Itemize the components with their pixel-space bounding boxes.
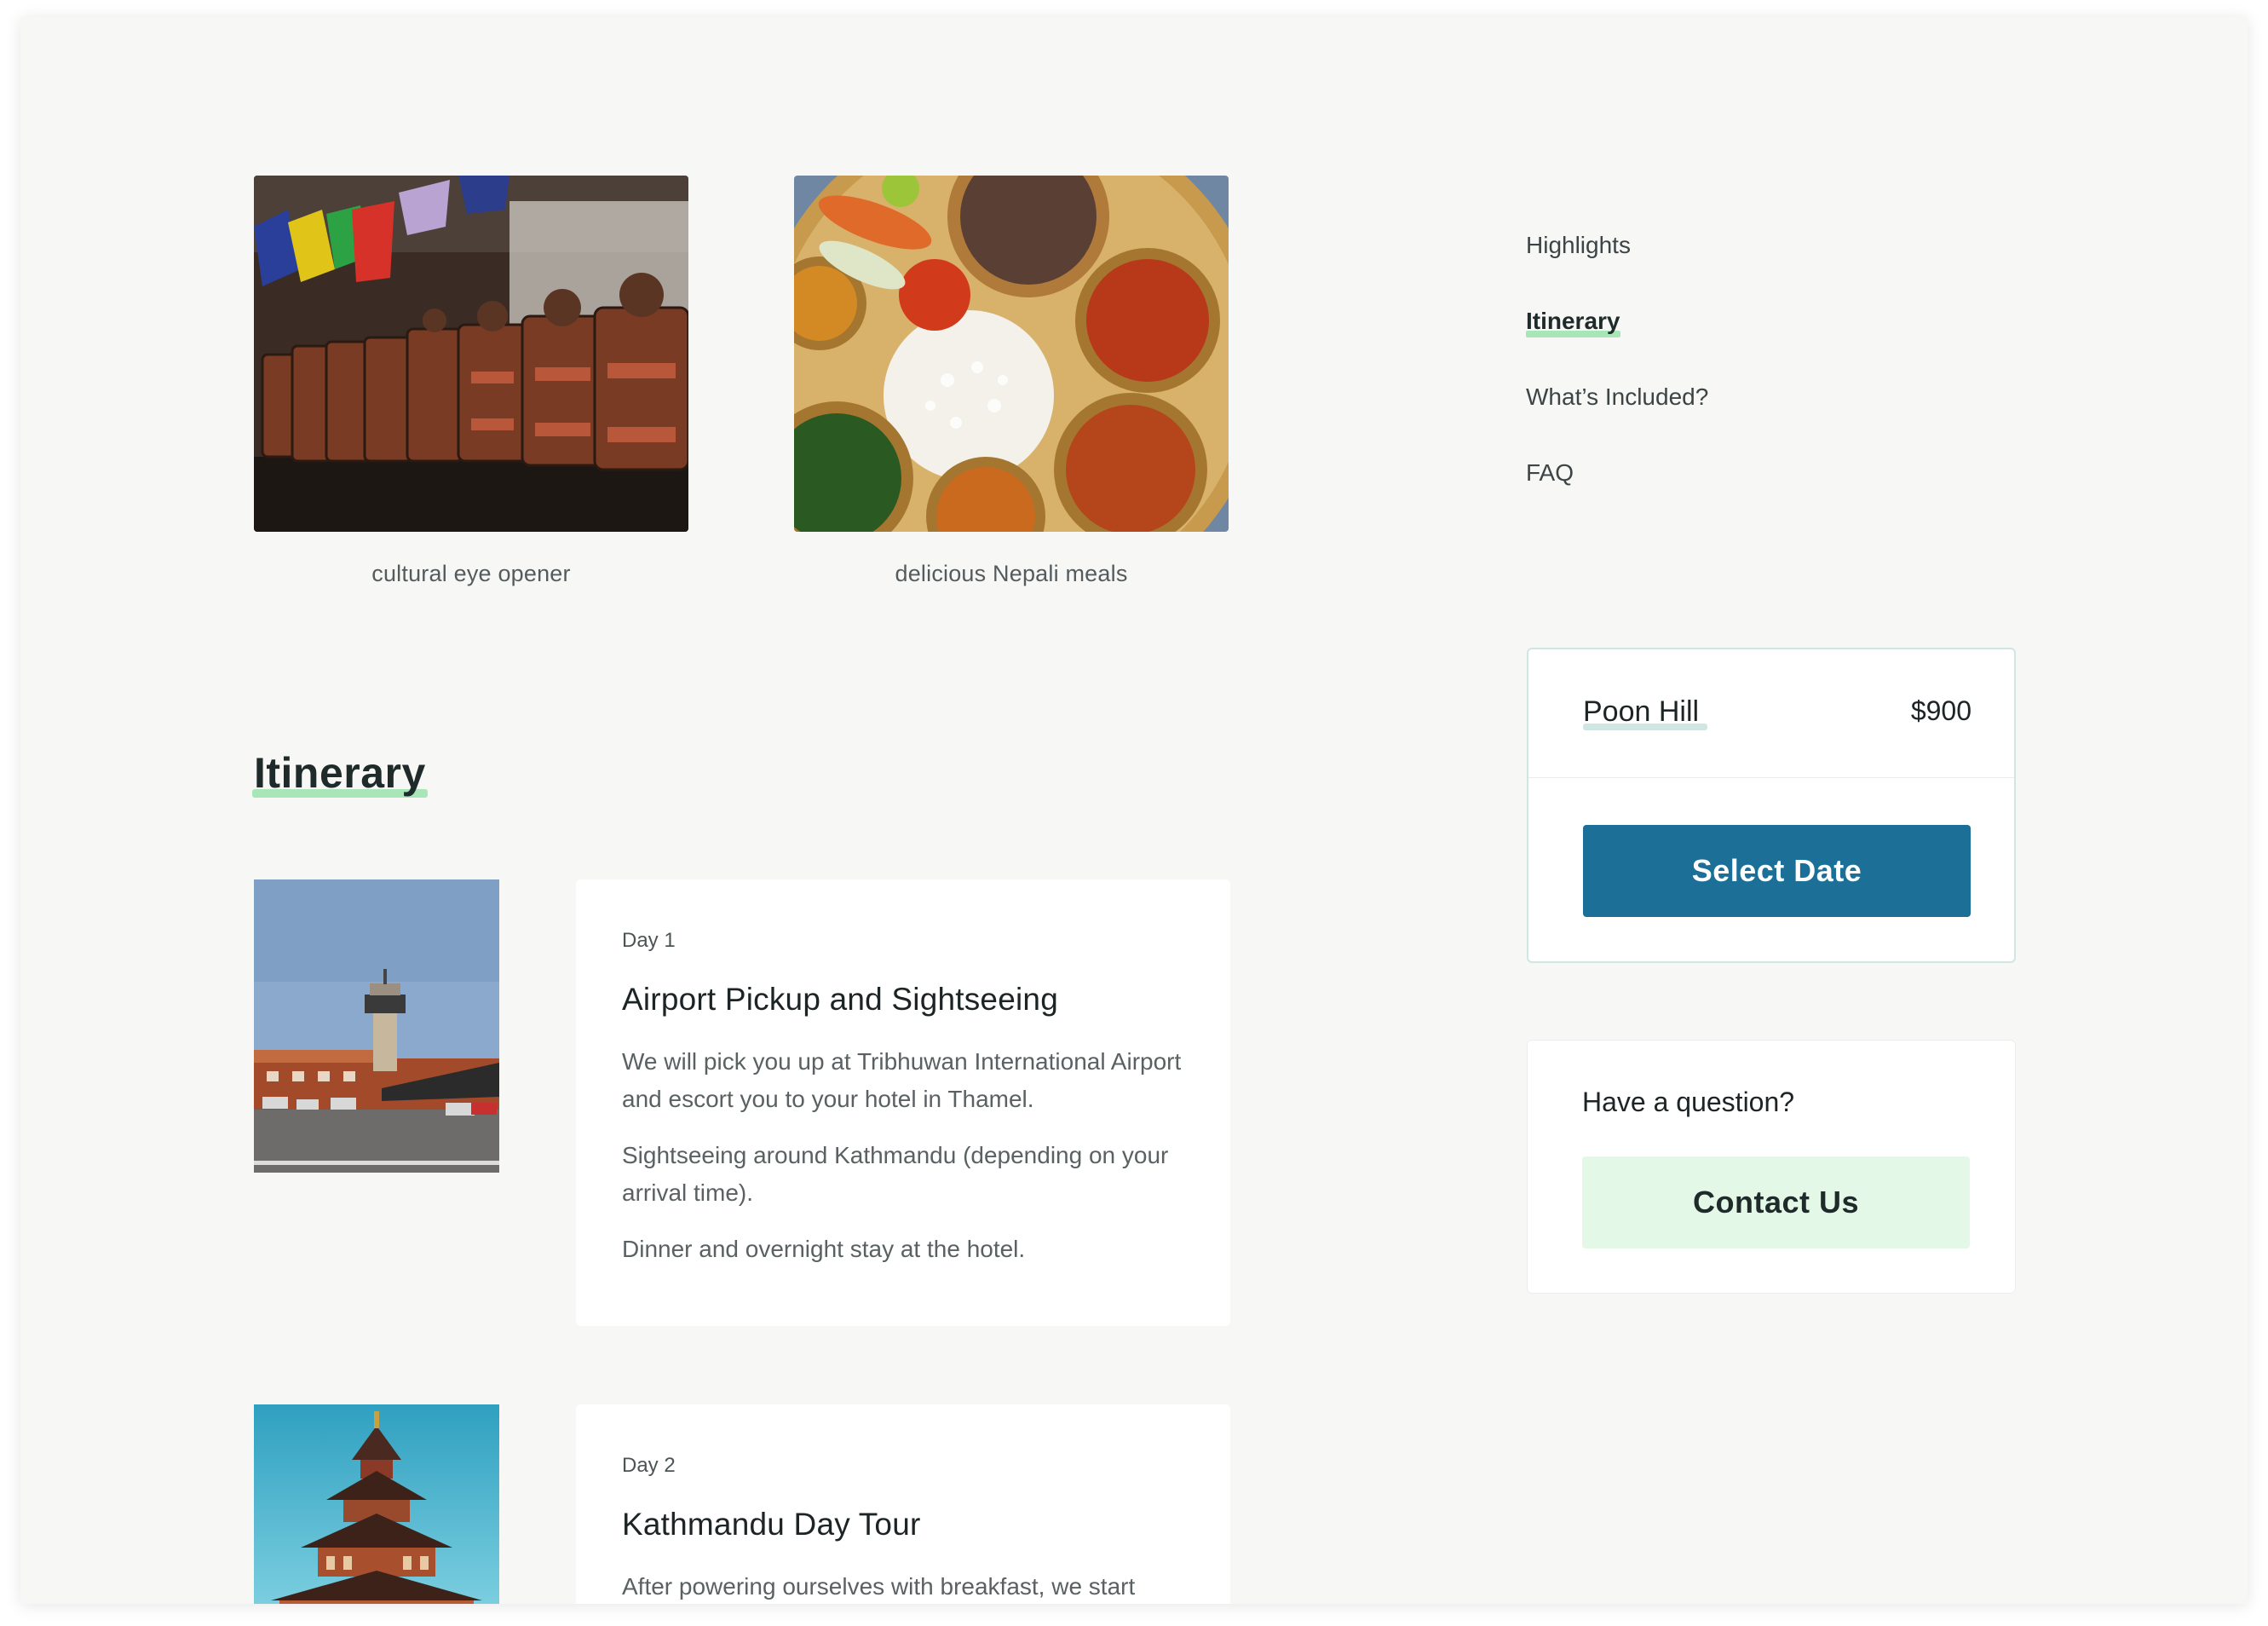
day-label: Day 2 [622,1454,676,1477]
day-label: Day 1 [622,929,676,952]
airport-tower-photo [254,879,499,1173]
gallery-caption: delicious Nepali meals [895,561,1128,586]
itinerary-heading: Itinerary [252,749,428,798]
nav-item-itinerary[interactable]: Itinerary [1526,304,1952,380]
prayer-wheels-photo [254,176,688,532]
day-description: After powering ourselves with breakfast,… [622,1573,1136,1600]
day-title: Airport Pickup and Sightseeing [622,982,1058,1017]
section-nav: Highlights Itinerary What’s Included? FA… [1526,228,1952,532]
itinerary-day-card: Day 2 Kathmandu Day Tour After powering … [576,1404,1230,1604]
page: cultural eye opener delicious Nepali mea… [20,17,2248,1604]
nav-item-faq[interactable]: FAQ [1526,456,1952,532]
nepali-thali-photo [794,176,1229,532]
nav-item-highlights[interactable]: Highlights [1526,228,1952,304]
booking-header: Poon Hill $900 [1528,649,2014,778]
nav-item-whats-included[interactable]: What’s Included? [1526,380,1952,456]
select-date-button[interactable]: Select Date [1583,825,1971,917]
booking-card: Poon Hill $900 Select Date [1527,648,2016,963]
itinerary-day-card: Day 1 Airport Pickup and Sightseeing We … [576,879,1230,1326]
day-title: Kathmandu Day Tour [622,1507,921,1542]
question-title: Have a question? [1582,1087,1795,1117]
gallery-caption: cultural eye opener [371,561,571,586]
contact-us-button[interactable]: Contact Us [1582,1156,1970,1248]
day-description: We will pick you up at Tribhuwan Interna… [622,1048,1182,1112]
trip-name: Poon Hill [1583,695,1708,730]
day-description: Sightseeing around Kathmandu (depending … [622,1142,1169,1206]
question-card: Have a question? Contact Us [1527,1040,2016,1294]
day-description: Dinner and overnight stay at the hotel. [622,1236,1026,1262]
trip-price: $900 [1910,695,1972,726]
pagoda-temple-photo [254,1404,499,1604]
